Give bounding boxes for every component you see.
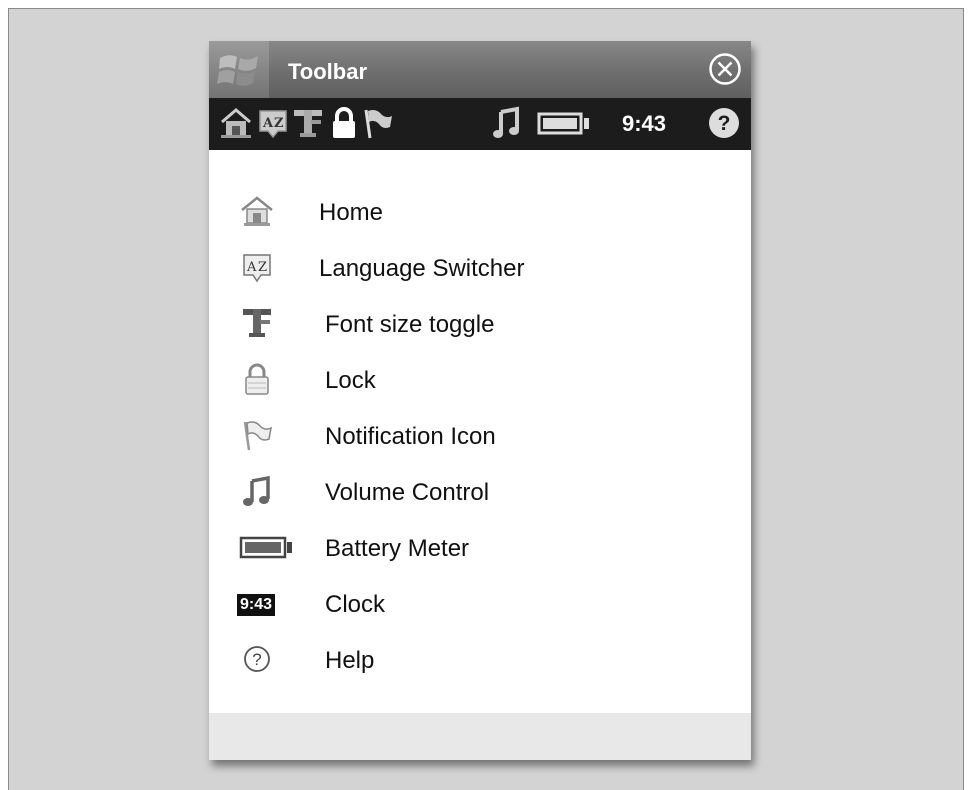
list-item[interactable]: Home [209, 189, 751, 233]
close-icon[interactable] [708, 52, 742, 86]
item-label: Clock [325, 591, 386, 618]
svg-text:A: A [262, 116, 274, 131]
svg-text:?: ? [252, 650, 261, 669]
battery-icon[interactable] [536, 106, 594, 140]
item-label: Home [319, 199, 384, 226]
list-item[interactable]: Notification Icon [209, 413, 751, 457]
music-note-icon [243, 475, 270, 506]
lock-icon[interactable] [329, 106, 359, 140]
svg-text:?: ? [718, 112, 731, 135]
svg-text:Z: Z [258, 260, 267, 275]
svg-text:Z: Z [274, 116, 284, 131]
help-icon[interactable]: ? [708, 107, 740, 139]
language-icon[interactable]: A Z [256, 106, 290, 140]
battery-icon [239, 536, 292, 559]
list-item[interactable]: Font size toggle [209, 301, 751, 345]
start-button[interactable] [209, 41, 269, 98]
status-clock[interactable]: 9:43 [622, 111, 666, 137]
help-icon: ? [244, 646, 270, 672]
music-note-icon[interactable] [491, 106, 521, 140]
window-title: Toolbar [288, 59, 368, 84]
flag-icon [243, 421, 273, 451]
home-icon [241, 196, 273, 226]
flag-icon[interactable] [361, 106, 395, 140]
item-label: Language Switcher [319, 255, 525, 282]
clock-badge: 9:43 [237, 594, 276, 616]
item-label: Font size toggle [325, 311, 495, 338]
toolbar-legend-list: Home A Z Language Switcher Font size tog… [209, 150, 751, 711]
title-bar: Toolbar [209, 41, 751, 98]
item-label: Volume Control [325, 479, 490, 506]
item-label: Notification Icon [325, 423, 496, 450]
device-window: Toolbar A Z 9:43 ? Home A Z Language Swi… [209, 41, 751, 760]
footer-bar [209, 713, 751, 760]
lock-icon [245, 363, 269, 395]
font-size-icon [243, 309, 271, 337]
list-item[interactable]: Lock [209, 357, 751, 401]
language-icon: A Z [243, 254, 271, 283]
list-item[interactable]: 9:43 Clock [209, 581, 751, 625]
item-label: Help [325, 647, 375, 674]
svg-text:A: A [246, 260, 257, 275]
list-item[interactable]: Volume Control [209, 469, 751, 513]
list-item[interactable]: ? Help [209, 637, 751, 681]
home-icon[interactable] [219, 106, 253, 140]
item-label: Battery Meter [325, 535, 470, 562]
windows-flag-icon [217, 55, 258, 86]
clock-icon: 9:43 [235, 587, 295, 619]
list-item[interactable]: Battery Meter [209, 525, 751, 569]
item-label: Lock [325, 367, 376, 394]
list-item[interactable]: A Z Language Switcher [209, 245, 751, 289]
font-size-icon[interactable] [291, 106, 325, 140]
status-bar: A Z 9:43 ? [209, 98, 751, 150]
